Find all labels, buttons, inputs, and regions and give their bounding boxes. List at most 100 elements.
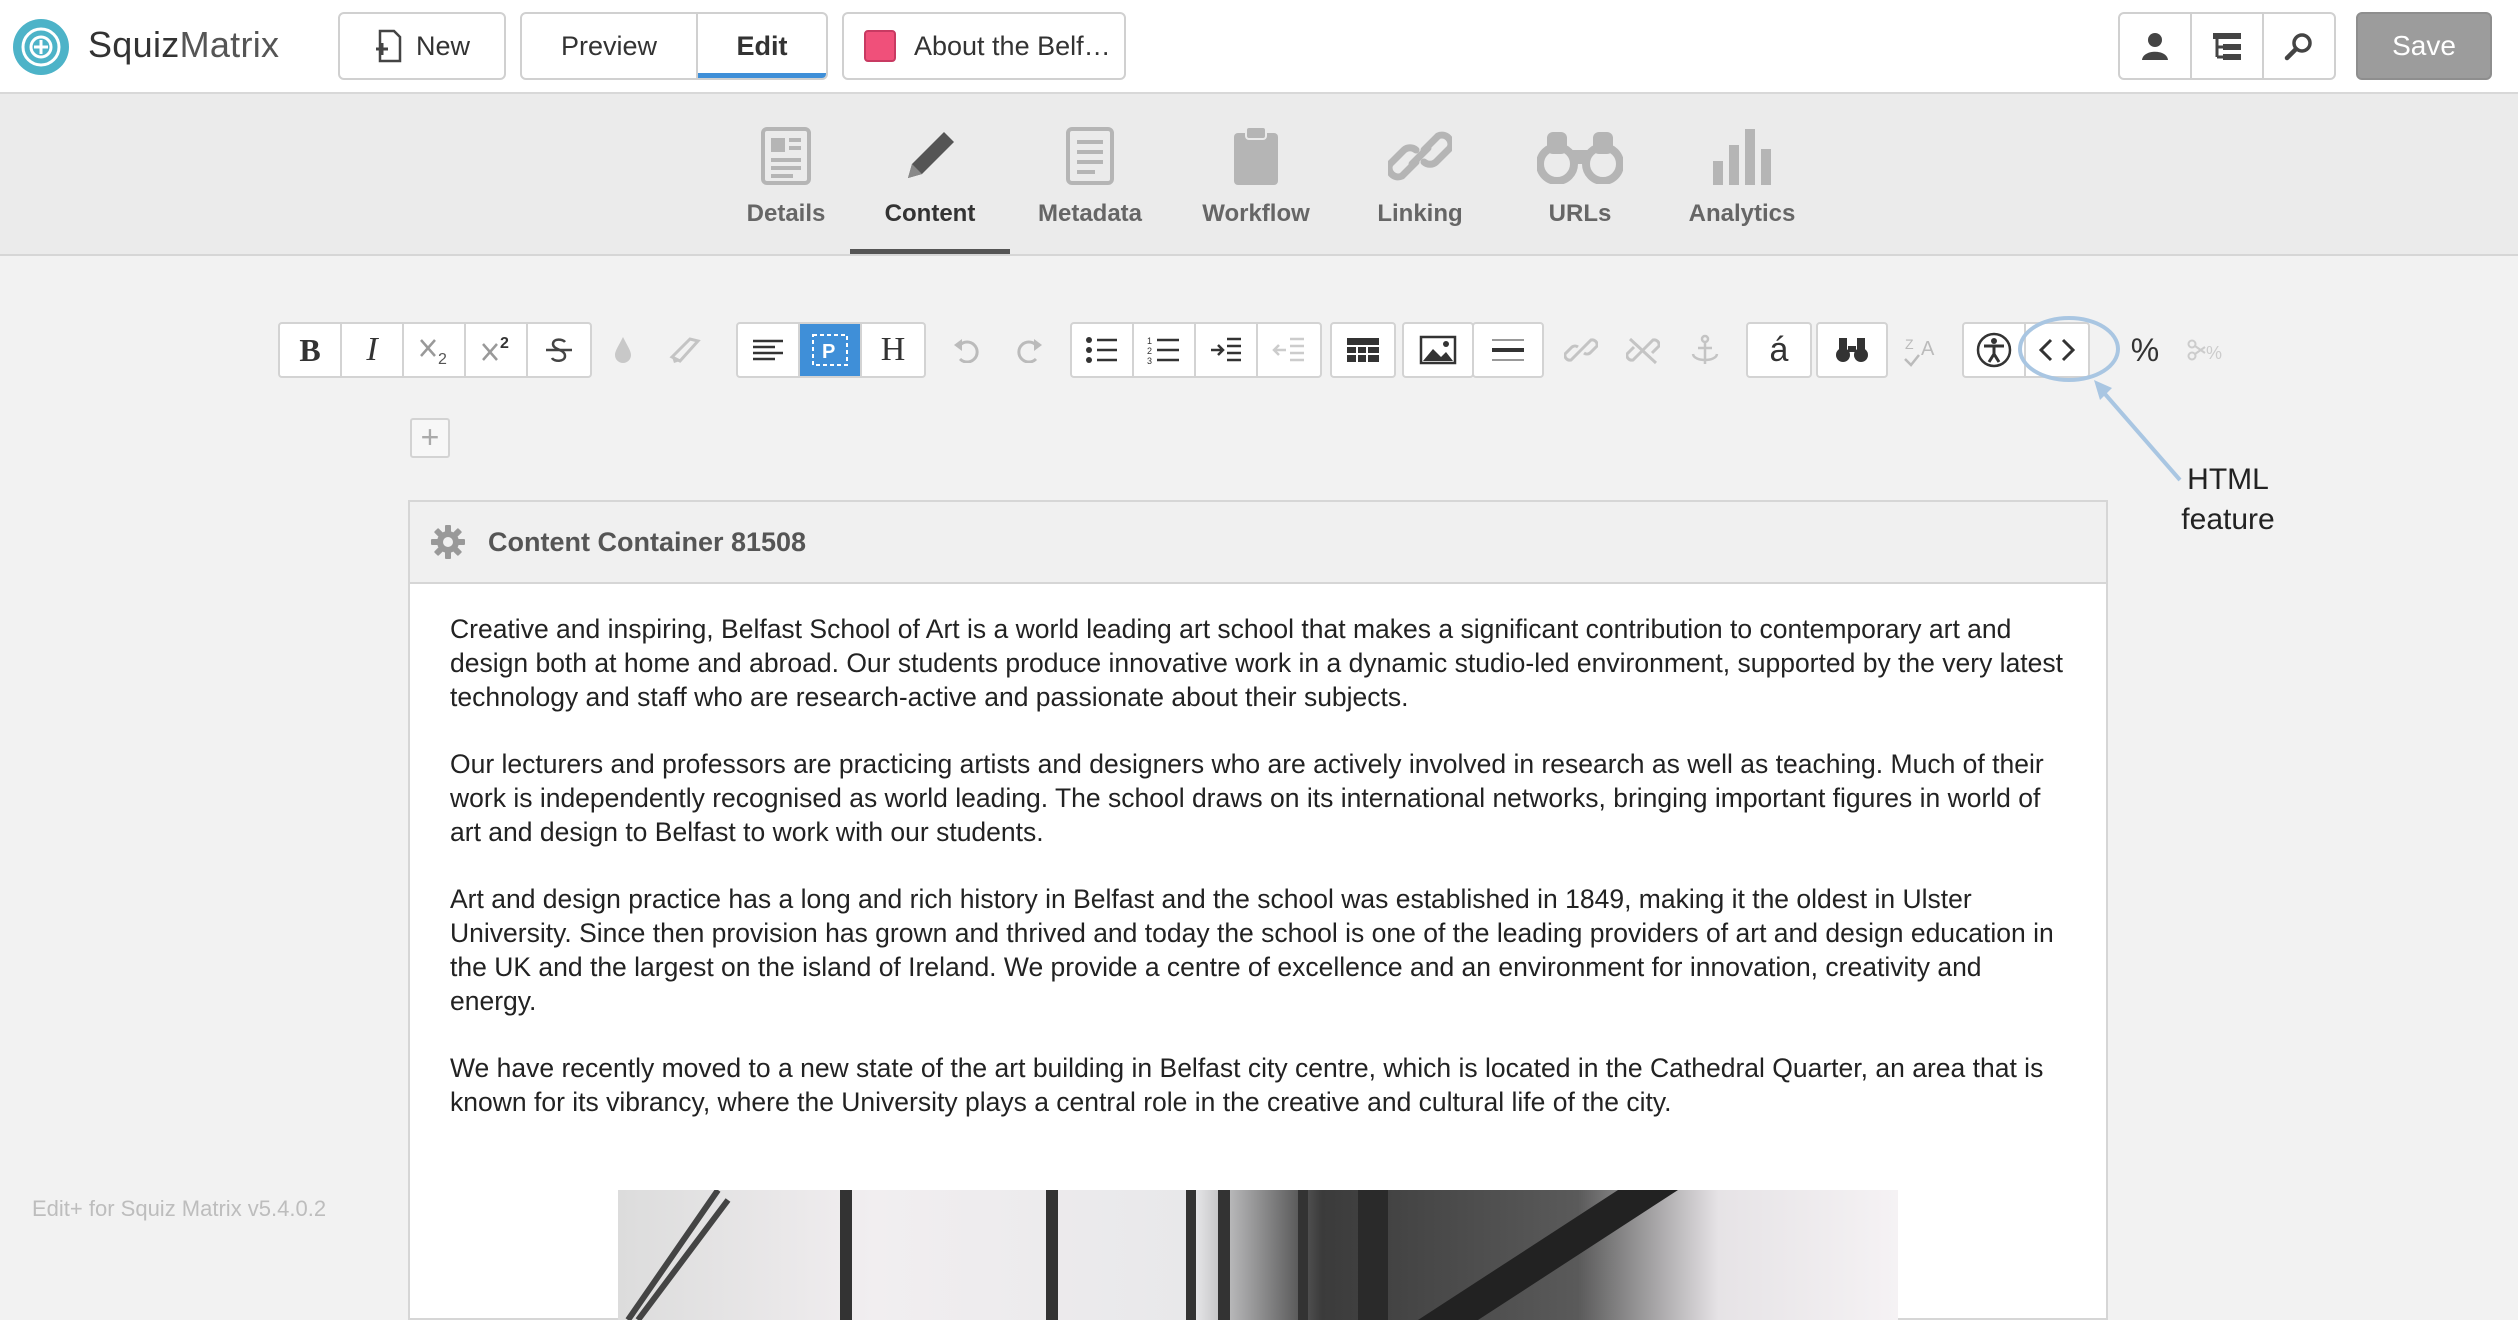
scissors-percent-icon: % [2187, 339, 2222, 363]
building-photo[interactable] [618, 1190, 1898, 1320]
top-bar: SquizMatrix New Preview Edit About the B… [0, 0, 2518, 94]
text-style-group: B I 2 2 [278, 322, 592, 378]
insert-table-button[interactable] [1332, 324, 1394, 376]
image-group [1402, 322, 1474, 378]
tab-analytics-label: Analytics [1688, 200, 1796, 227]
accessibility-icon [1976, 332, 2012, 368]
content-container-title: Content Container 81508 [488, 526, 807, 557]
metadata-icon [1065, 124, 1115, 188]
align-button[interactable] [738, 324, 800, 376]
align-left-icon [753, 339, 783, 361]
indent-button[interactable] [1196, 324, 1258, 376]
undo-icon [954, 339, 979, 363]
gear-icon[interactable] [430, 524, 466, 560]
new-button-label: New [415, 30, 470, 61]
save-button[interactable]: Save [2356, 12, 2492, 80]
table-group [1330, 322, 1396, 378]
tab-details-label: Details [746, 200, 826, 227]
redo-button[interactable] [998, 324, 1060, 376]
strikethrough-icon [546, 338, 572, 362]
accessibility-button[interactable] [1964, 324, 2026, 376]
new-button[interactable]: New [338, 12, 506, 80]
subscript-button[interactable]: 2 [404, 324, 466, 376]
spellcheck-icon: ZA [1904, 336, 1935, 367]
remove-keyword-button[interactable]: % [2176, 324, 2238, 376]
asset-status-swatch [864, 30, 896, 62]
new-asset-icon [374, 29, 404, 63]
special-char-group: á [1746, 322, 1812, 378]
anchor-button[interactable] [1674, 324, 1736, 376]
squiz-logo-icon[interactable] [12, 18, 70, 76]
binoculars-icon [1537, 124, 1623, 188]
paragraph-icon: P [812, 334, 848, 366]
svg-text:%: % [2206, 343, 2222, 363]
edit-tabs: Details Content Metadata Workflow Linkin… [0, 94, 2518, 256]
strikethrough-button[interactable] [528, 324, 590, 376]
content-container: Content Container 81508 Creative and ins… [408, 500, 2108, 1320]
search-icon[interactable] [2264, 14, 2334, 78]
tab-linking[interactable]: Linking [1352, 94, 1488, 254]
asset-tree-icon[interactable] [2192, 14, 2264, 78]
user-icon[interactable] [2120, 14, 2192, 78]
add-container-button[interactable]: + [410, 418, 450, 458]
drop-icon [615, 337, 631, 363]
top-icon-group [2118, 12, 2336, 80]
tab-metadata[interactable]: Metadata [1020, 94, 1160, 254]
binoculars-icon [1836, 338, 1868, 362]
list-group: 123 [1070, 322, 1322, 378]
text-color-button[interactable] [592, 324, 654, 376]
paragraph[interactable]: Creative and inspiring, Belfast School o… [450, 612, 2066, 714]
heading-button[interactable]: H [862, 324, 924, 376]
find-group [1816, 322, 1888, 378]
edit-button[interactable]: Edit [698, 14, 826, 78]
wysiwyg-editor[interactable]: Creative and inspiring, Belfast School o… [410, 584, 2106, 1119]
insert-image-button[interactable] [1404, 324, 1472, 376]
tab-linking-label: Linking [1377, 200, 1463, 227]
insert-link-button[interactable] [1550, 324, 1612, 376]
paragraph[interactable]: Art and design practice has a long and r… [450, 882, 2066, 1018]
tab-analytics[interactable]: Analytics [1680, 94, 1804, 254]
table-icon [1347, 338, 1379, 362]
tab-urls-label: URLs [1548, 200, 1612, 227]
tab-content[interactable]: Content [850, 94, 1010, 254]
clear-format-button[interactable] [654, 324, 716, 376]
svg-text:3: 3 [1147, 356, 1152, 365]
undo-button[interactable] [936, 324, 998, 376]
svg-text:Z: Z [1905, 336, 1914, 352]
keyword-replacement-button[interactable]: % [2114, 324, 2176, 376]
tab-details[interactable]: Details [720, 94, 852, 254]
tab-metadata-label: Metadata [1037, 200, 1143, 227]
callout-line-2: feature [2181, 503, 2275, 536]
outdent-button[interactable] [1258, 324, 1320, 376]
history-group [934, 322, 1062, 378]
tab-urls[interactable]: URLs [1520, 94, 1640, 254]
paragraph[interactable]: We have recently moved to a new state of… [450, 1051, 2066, 1119]
find-replace-button[interactable] [1818, 324, 1886, 376]
clipboard-icon [1232, 124, 1280, 188]
svg-text:2: 2 [500, 335, 509, 352]
superscript-button[interactable]: 2 [466, 324, 528, 376]
view-mode-toggle: Preview Edit [520, 12, 828, 80]
remove-link-button[interactable] [1612, 324, 1674, 376]
bar-chart-icon [1711, 124, 1773, 188]
spellcheck-button[interactable]: ZA [1892, 324, 1954, 376]
preview-button[interactable]: Preview [522, 14, 698, 78]
current-asset-button[interactable]: About the Belf… [842, 12, 1126, 80]
paragraph[interactable]: Our lecturers and professors are practic… [450, 747, 2066, 849]
unlink-icon [1626, 337, 1660, 365]
svg-text:2: 2 [1147, 346, 1152, 356]
special-characters-button[interactable]: á [1748, 324, 1810, 376]
bullet-list-icon [1086, 337, 1117, 363]
color-group [590, 322, 718, 378]
bulleted-list-button[interactable] [1072, 324, 1134, 376]
italic-button[interactable]: I [342, 324, 404, 376]
svg-text:P: P [822, 341, 835, 363]
html-feature-highlight [2018, 316, 2120, 382]
svg-text:A: A [1921, 338, 1935, 360]
horizontal-rule-button[interactable] [1474, 324, 1542, 376]
tab-workflow[interactable]: Workflow [1186, 94, 1326, 254]
keyword-group: % % [2112, 322, 2240, 378]
numbered-list-button[interactable]: 123 [1134, 324, 1196, 376]
paragraph-button[interactable]: P [800, 324, 862, 376]
bold-button[interactable]: B [280, 324, 342, 376]
